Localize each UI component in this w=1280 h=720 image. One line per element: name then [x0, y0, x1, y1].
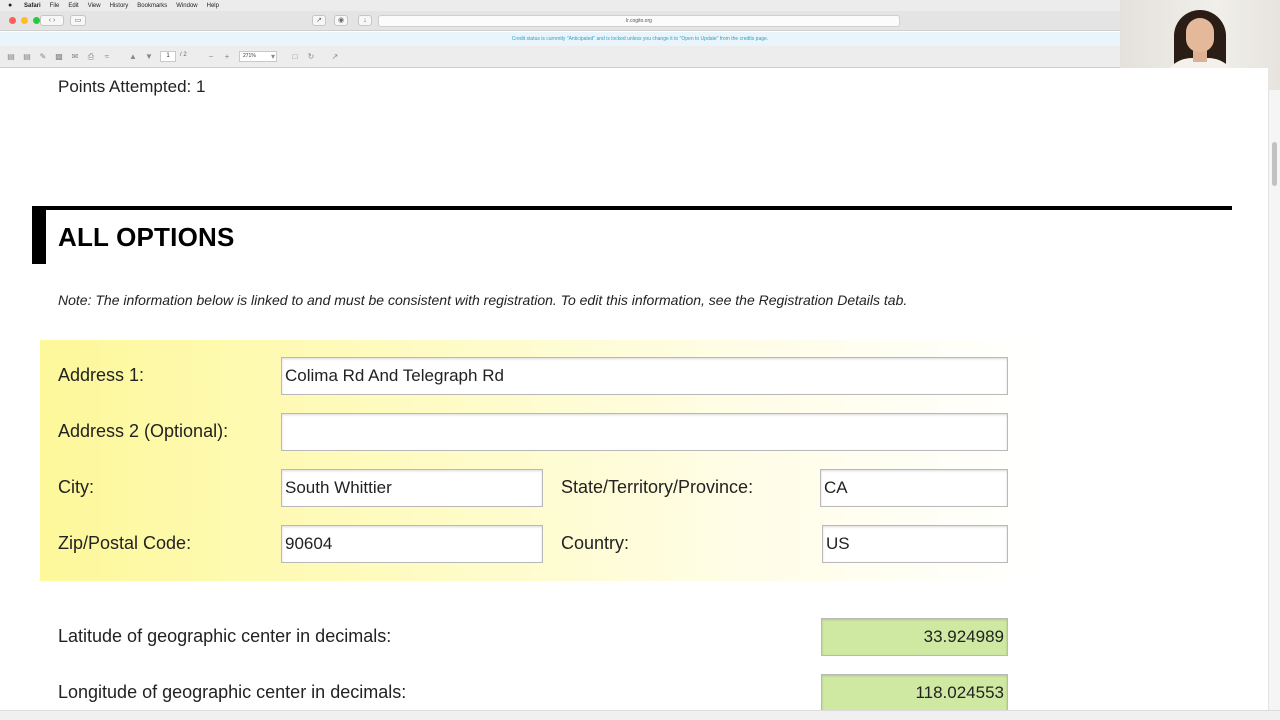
- points-attempted: Points Attempted: 1: [58, 77, 206, 96]
- registration-note: Note: The information below is linked to…: [58, 292, 908, 308]
- longitude-label: Longitude of geographic center in decima…: [58, 682, 407, 702]
- menu-window[interactable]: Window: [176, 3, 197, 9]
- menu-file[interactable]: File: [50, 3, 60, 9]
- section-divider: [32, 206, 1232, 210]
- fullscreen-icon[interactable]: ↗: [330, 52, 340, 62]
- page-total: / 2: [180, 52, 187, 58]
- zoom-window-button[interactable]: [33, 17, 40, 24]
- rotate-icon[interactable]: ↻: [306, 52, 316, 62]
- section-marker: [32, 206, 46, 264]
- fit-page-icon[interactable]: □: [290, 52, 300, 62]
- pdf-page: Points Attempted: 1 ALL OPTIONS Note: Th…: [0, 68, 1268, 710]
- zoom-in-icon[interactable]: +: [222, 52, 232, 62]
- city-field[interactable]: South Whittier: [281, 469, 543, 507]
- back-forward-button[interactable]: ‹ ›: [40, 15, 64, 26]
- address-bar[interactable]: lr.cogito.org: [378, 15, 900, 27]
- download-icon[interactable]: ↓: [358, 15, 372, 26]
- chevron-down-icon[interactable]: ▾: [268, 52, 278, 62]
- horizontal-scrollbar[interactable]: [0, 710, 1280, 720]
- menu-edit[interactable]: Edit: [68, 3, 78, 9]
- minimize-window-button[interactable]: [21, 17, 28, 24]
- share-button[interactable]: ↗: [312, 15, 326, 26]
- window-controls: [9, 17, 40, 24]
- state-field[interactable]: CA: [820, 469, 1008, 507]
- apple-icon[interactable]: ●: [8, 2, 16, 10]
- vertical-scrollbar[interactable]: [1268, 90, 1280, 710]
- browser-toolbar: ‹ › ▭ ↗ ◉ ↓ lr.cogito.org: [0, 11, 1280, 31]
- credit-status-notice: Credit status is currently "Anticipated"…: [0, 32, 1280, 46]
- next-page-icon[interactable]: ▼: [144, 52, 154, 62]
- address2-field[interactable]: [281, 413, 1008, 451]
- page-number-input[interactable]: 1: [160, 51, 176, 62]
- zoom-out-icon[interactable]: −: [206, 52, 216, 62]
- address1-field[interactable]: Colima Rd And Telegraph Rd: [281, 357, 1008, 395]
- scrollbar-thumb[interactable]: [1272, 142, 1277, 186]
- latitude-label: Latitude of geographic center in decimal…: [58, 626, 392, 646]
- menu-bar: ● Safari File Edit View History Bookmark…: [0, 0, 1280, 11]
- menu-history[interactable]: History: [110, 3, 129, 9]
- country-field[interactable]: US: [822, 525, 1008, 563]
- longitude-field[interactable]: 118.024553: [821, 674, 1008, 710]
- save-icon[interactable]: ▤: [6, 52, 16, 62]
- menu-help[interactable]: Help: [207, 3, 219, 9]
- sign-icon[interactable]: ≈: [102, 52, 112, 62]
- sidebar-button[interactable]: ▭: [70, 15, 86, 26]
- prev-page-icon[interactable]: ▲: [128, 52, 138, 62]
- menu-safari[interactable]: Safari: [24, 3, 41, 9]
- state-label: State/Territory/Province:: [561, 477, 754, 497]
- print-icon[interactable]: ⎙: [86, 52, 96, 62]
- zip-label: Zip/Postal Code:: [58, 533, 192, 553]
- email-icon[interactable]: ✉: [70, 52, 80, 62]
- city-label: City:: [58, 477, 94, 497]
- zip-field[interactable]: 90604: [281, 525, 543, 563]
- pdf-toolbar: ▤ ▤ ✎ ▩ ✉ ⎙ ≈ ▲ ▼ 1 / 2 − + 271% ▾ □ ↻ ↗: [0, 46, 1280, 68]
- edit-icon[interactable]: ✎: [38, 52, 48, 62]
- address1-label: Address 1:: [58, 365, 145, 385]
- country-label: Country:: [561, 533, 630, 553]
- presenter-face: [1186, 18, 1214, 52]
- close-window-button[interactable]: [9, 17, 16, 24]
- address2-label: Address 2 (Optional):: [58, 421, 229, 441]
- menu-view[interactable]: View: [88, 3, 101, 9]
- export-icon[interactable]: ▤: [22, 52, 32, 62]
- extension-icon[interactable]: ◉: [334, 15, 348, 26]
- latitude-field[interactable]: 33.924989: [821, 618, 1008, 656]
- attach-icon[interactable]: ▩: [54, 52, 64, 62]
- section-title: ALL OPTIONS: [58, 222, 235, 252]
- menu-bookmarks[interactable]: Bookmarks: [137, 3, 167, 9]
